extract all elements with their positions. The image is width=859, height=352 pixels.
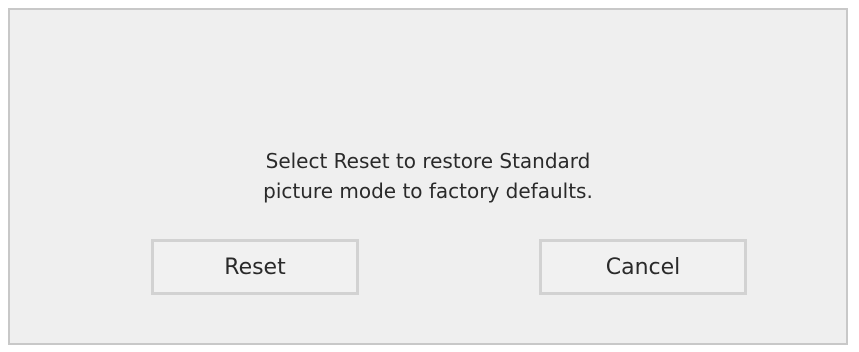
message-line-1: Select Reset to restore Standard: [265, 149, 591, 173]
cancel-button[interactable]: Cancel: [539, 239, 747, 295]
reset-dialog: Select Reset to restore Standard picture…: [8, 8, 848, 345]
message-line-2: picture mode to factory defaults.: [263, 179, 593, 203]
reset-button[interactable]: Reset: [151, 239, 359, 295]
dialog-message: Select Reset to restore Standard picture…: [10, 146, 846, 206]
